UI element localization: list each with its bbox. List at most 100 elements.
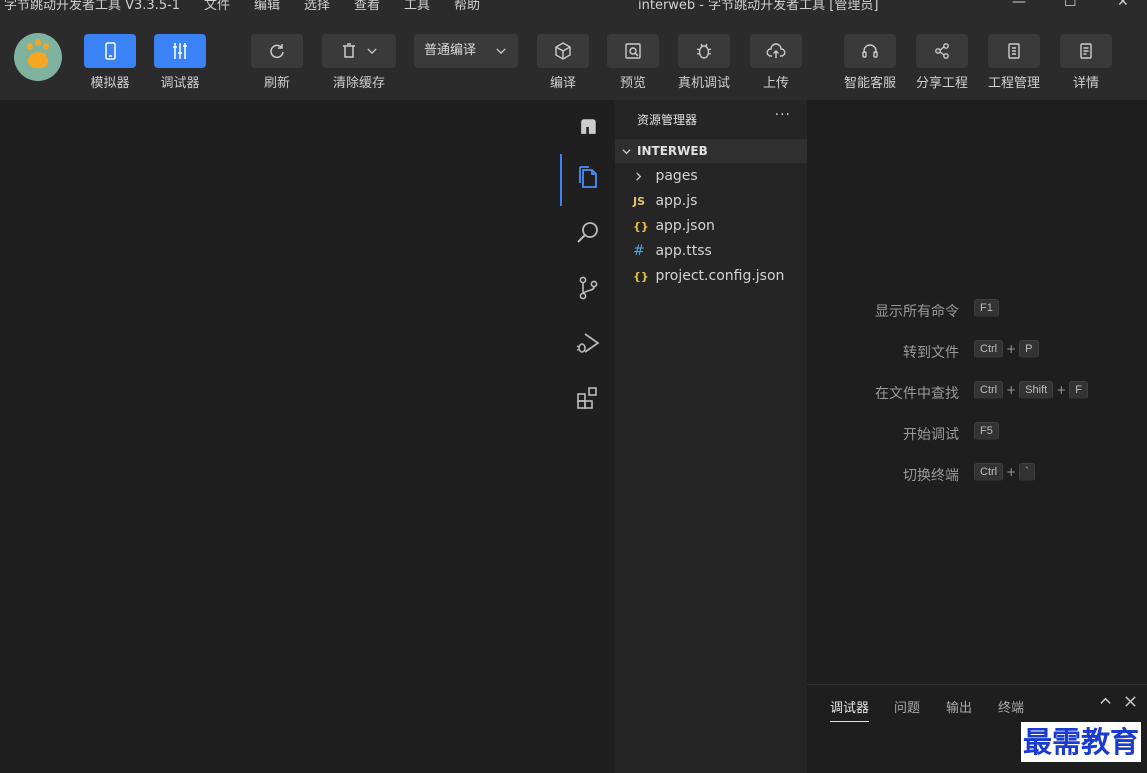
bug-icon bbox=[696, 43, 712, 59]
file-item-app-js[interactable]: JS app.js bbox=[633, 190, 697, 212]
real-device-debug-button[interactable] bbox=[678, 34, 730, 68]
menu-select[interactable]: 选择 bbox=[304, 0, 354, 13]
key-cap: Ctrl bbox=[974, 463, 1004, 481]
explorer-title: 资源管理器 bbox=[637, 113, 698, 127]
refresh-label: 刷新 bbox=[263, 76, 290, 91]
headset-icon bbox=[862, 44, 878, 58]
clear-cache-label: 清除缓存 bbox=[332, 76, 385, 91]
simulator-area bbox=[0, 100, 560, 773]
preview-button[interactable] bbox=[607, 34, 659, 68]
refresh-icon bbox=[270, 44, 284, 59]
file-name: app.ttss bbox=[655, 243, 712, 259]
clear-cache-button[interactable] bbox=[322, 34, 396, 68]
smart-service-label: 智能客服 bbox=[843, 76, 896, 91]
extensions-icon bbox=[576, 387, 597, 409]
files-icon bbox=[578, 166, 597, 188]
shortcut-show-commands: 显示所有命令 F1 bbox=[807, 299, 1147, 321]
paw-logo-icon bbox=[28, 52, 48, 68]
activity-bar bbox=[560, 100, 615, 773]
editor-area: 显示所有命令 F1 转到文件 Ctrl + P 在文件中查找 Ctrl + Sh… bbox=[807, 100, 1147, 684]
activity-explorer[interactable] bbox=[560, 152, 615, 206]
preview-label: 预览 bbox=[619, 76, 646, 91]
compile-label: 编译 bbox=[549, 76, 576, 91]
file-item-app-ttss[interactable]: # app.ttss bbox=[633, 240, 712, 262]
smart-service-button[interactable] bbox=[844, 34, 896, 68]
shortcut-find-in-files: 在文件中查找 Ctrl + Shift + F bbox=[807, 381, 1147, 403]
file-name: app.json bbox=[655, 218, 715, 234]
json-file-icon: {} bbox=[633, 220, 649, 233]
activity-source-control[interactable] bbox=[560, 263, 615, 313]
upload-button[interactable] bbox=[750, 34, 802, 68]
shortcut-toggle-terminal: 切换终端 Ctrl + ` bbox=[807, 463, 1147, 485]
chevron-up-icon[interactable] bbox=[1099, 693, 1112, 712]
maximize-button[interactable]: ☐ bbox=[1064, 0, 1077, 10]
close-panel-icon[interactable] bbox=[1124, 693, 1137, 712]
debugger-label: 调试器 bbox=[160, 76, 200, 91]
project-manage-label: 工程管理 bbox=[987, 76, 1040, 91]
debugger-button[interactable] bbox=[154, 34, 206, 68]
preview-icon bbox=[625, 43, 641, 59]
explorer-panel: 资源管理器 ··· INTERWEB pages JS app.js {} ap… bbox=[615, 100, 807, 773]
compile-mode-select[interactable]: 普通编译 bbox=[414, 34, 518, 68]
run-debug-icon bbox=[576, 333, 599, 353]
share-project-label: 分享工程 bbox=[915, 76, 968, 91]
activity-search[interactable] bbox=[560, 208, 615, 258]
simulator-button[interactable] bbox=[84, 34, 136, 68]
search-icon bbox=[576, 222, 598, 243]
chevron-down-icon bbox=[494, 34, 508, 68]
window-title: interweb - 字节跳动开发者工具 [管理员] bbox=[638, 0, 879, 13]
close-window-button[interactable]: ✕ bbox=[1117, 0, 1129, 10]
minimize-button[interactable]: — bbox=[1012, 0, 1026, 10]
menu-file[interactable]: 文件 bbox=[204, 0, 254, 13]
file-name: app.js bbox=[655, 193, 698, 209]
tab-debugger[interactable]: 调试器 bbox=[830, 697, 870, 722]
compile-button[interactable] bbox=[537, 34, 589, 68]
menu-help[interactable]: 帮助 bbox=[454, 0, 504, 13]
menu-edit[interactable]: 编辑 bbox=[254, 0, 304, 13]
chevron-right-icon bbox=[633, 166, 651, 188]
shortcut-label: 开始调试 bbox=[903, 427, 959, 443]
app-title: 字节跳动开发者工具 V3.3.5-1 bbox=[4, 0, 181, 13]
file-item-project-config[interactable]: {} project.config.json bbox=[633, 265, 784, 287]
explorer-root-folder[interactable]: INTERWEB bbox=[615, 139, 807, 163]
more-actions-icon[interactable]: ··· bbox=[775, 107, 791, 123]
key-cap: F bbox=[1069, 381, 1088, 399]
activity-app-icon[interactable] bbox=[560, 102, 615, 152]
share-project-button[interactable] bbox=[916, 34, 968, 68]
real-device-debug-label: 真机调试 bbox=[677, 76, 730, 91]
key-cap: Ctrl bbox=[974, 381, 1004, 399]
file-item-app-json[interactable]: {} app.json bbox=[633, 215, 715, 237]
tab-problems[interactable]: 问题 bbox=[894, 697, 920, 716]
cloud-upload-icon bbox=[766, 43, 786, 58]
title-bar: 字节跳动开发者工具 V3.3.5-1 文件 编辑 选择 查看 工具 帮助 int… bbox=[0, 0, 1147, 14]
share-icon bbox=[935, 43, 949, 59]
simulator-label: 模拟器 bbox=[90, 76, 130, 91]
compile-mode-value: 普通编译 bbox=[424, 43, 477, 58]
menu-tools[interactable]: 工具 bbox=[404, 0, 454, 13]
file-item-pages[interactable]: pages bbox=[633, 165, 698, 187]
git-branch-icon bbox=[579, 276, 597, 300]
clipboard-icon bbox=[1008, 43, 1020, 59]
avatar[interactable] bbox=[14, 33, 62, 81]
tab-terminal[interactable]: 终端 bbox=[998, 697, 1024, 716]
details-label: 详情 bbox=[1072, 76, 1099, 91]
js-file-icon: JS bbox=[633, 195, 646, 208]
json-file-icon: {} bbox=[633, 270, 649, 283]
refresh-button[interactable] bbox=[251, 34, 303, 68]
shortcut-goto-file: 转到文件 Ctrl + P bbox=[807, 340, 1147, 362]
key-cap: Ctrl bbox=[974, 340, 1004, 358]
project-manage-button[interactable] bbox=[988, 34, 1040, 68]
tab-output[interactable]: 输出 bbox=[946, 697, 972, 716]
menu-view[interactable]: 查看 bbox=[354, 0, 404, 13]
css-file-icon: # bbox=[633, 243, 645, 259]
key-cap: Shift bbox=[1019, 381, 1054, 399]
details-button[interactable] bbox=[1060, 34, 1112, 68]
activity-run-debug[interactable] bbox=[560, 318, 615, 368]
activity-extensions[interactable] bbox=[560, 373, 615, 423]
key-cap: F1 bbox=[974, 299, 999, 317]
document-icon bbox=[1080, 43, 1092, 59]
watermark: 最需教育 bbox=[1021, 722, 1142, 762]
cube-icon bbox=[555, 42, 571, 60]
shortcut-label: 转到文件 bbox=[903, 345, 959, 361]
app-block-icon bbox=[580, 119, 596, 134]
